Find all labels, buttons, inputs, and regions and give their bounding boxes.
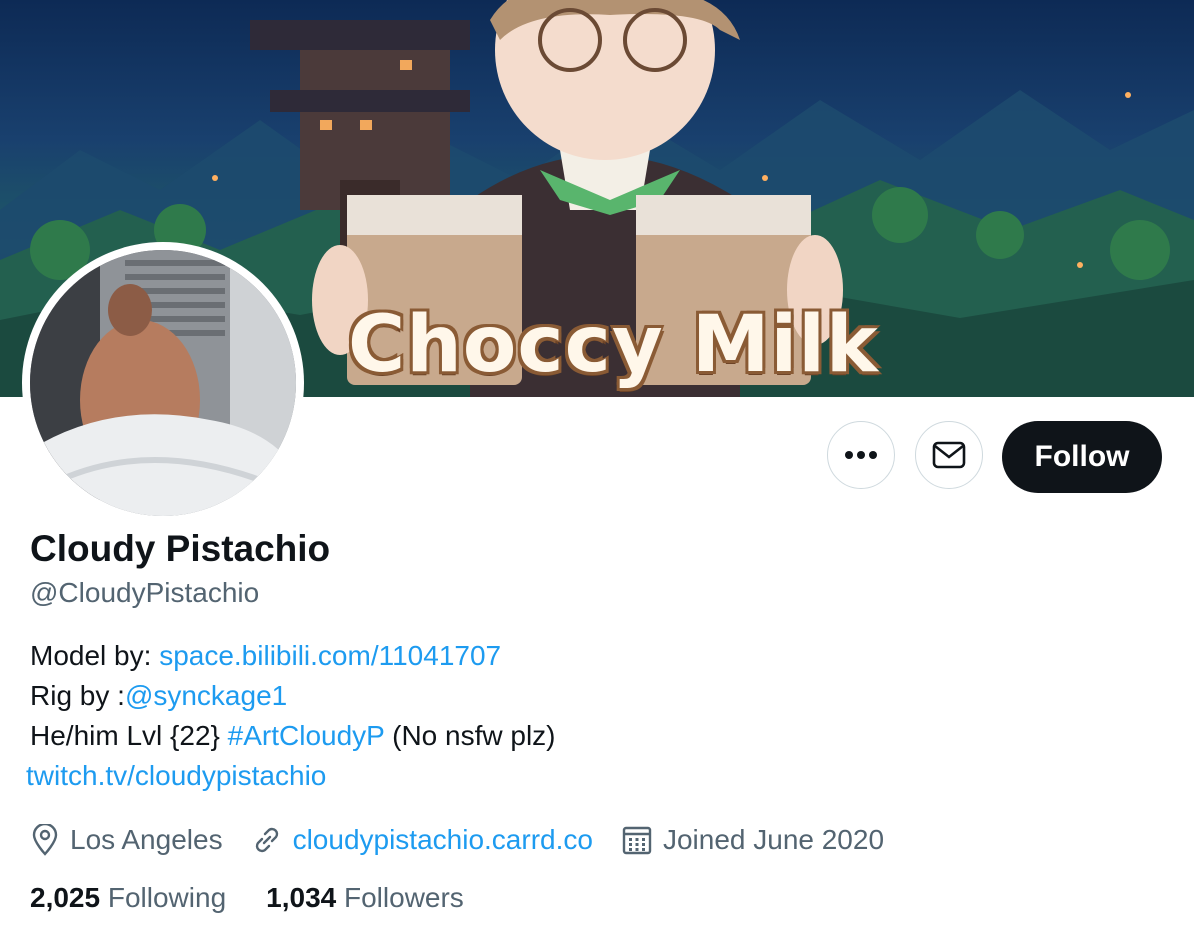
display-name: Cloudy Pistachio: [30, 528, 331, 569]
profile-meta: Los Angeles cloudypistachio.carrd.co Joi…: [30, 820, 912, 860]
bio-line-model: Model by: space.bilibili.com/11041707: [30, 640, 501, 672]
bio-pronouns-text: He/him Lvl {22}: [30, 720, 228, 751]
follow-stats: 2,025 Following 1,034 Followers: [30, 882, 504, 914]
joined-text: Joined June 2020: [662, 824, 885, 855]
bio-hashtag-link[interactable]: #ArtCloudyP: [228, 720, 385, 751]
followers-count: 1,034: [266, 882, 337, 913]
more-button[interactable]: [827, 421, 895, 489]
calendar-icon: [622, 826, 652, 855]
more-icon: [845, 451, 877, 459]
bio-rig-mention-link[interactable]: @synckage1: [125, 680, 287, 711]
website-item: cloudypistachio.carrd.co: [251, 824, 593, 856]
follow-button[interactable]: Follow: [1002, 421, 1162, 493]
following-label: Following: [107, 882, 227, 913]
mail-icon: [932, 441, 966, 469]
bio-line-twitch: twitch.tv/cloudypistachio: [26, 760, 326, 792]
bio-line-pronouns: He/him Lvl {22} #ArtCloudyP (No nsfw plz…: [30, 720, 556, 752]
location-item: Los Angeles: [30, 824, 223, 856]
bio-rig-prefix: Rig by :: [30, 680, 125, 711]
avatar[interactable]: [30, 250, 296, 516]
avatar-frame[interactable]: [22, 242, 304, 524]
location-pin-icon: [32, 824, 58, 856]
bio-note-text: (No nsfw plz): [384, 720, 556, 751]
bio-model-prefix: Model by:: [30, 640, 152, 671]
link-icon: [255, 827, 278, 853]
message-button[interactable]: [915, 421, 983, 489]
bio-model-link[interactable]: space.bilibili.com/11041707: [159, 640, 501, 671]
joined-item: Joined June 2020: [621, 824, 884, 856]
following-stat[interactable]: 2,025 Following: [30, 882, 226, 914]
website-link[interactable]: cloudypistachio.carrd.co: [293, 824, 593, 856]
user-handle: @CloudyPistachio: [30, 577, 260, 608]
followers-label: Followers: [344, 882, 464, 913]
followers-stat[interactable]: 1,034 Followers: [266, 882, 464, 914]
banner-title: Choccy Milk: [348, 300, 879, 390]
location-text: Los Angeles: [70, 824, 223, 855]
bio-twitch-link[interactable]: twitch.tv/cloudypistachio: [26, 760, 326, 791]
avatar-image: [30, 250, 296, 516]
following-count: 2,025: [30, 882, 101, 913]
bio-line-rig: Rig by :@synckage1: [30, 680, 287, 712]
